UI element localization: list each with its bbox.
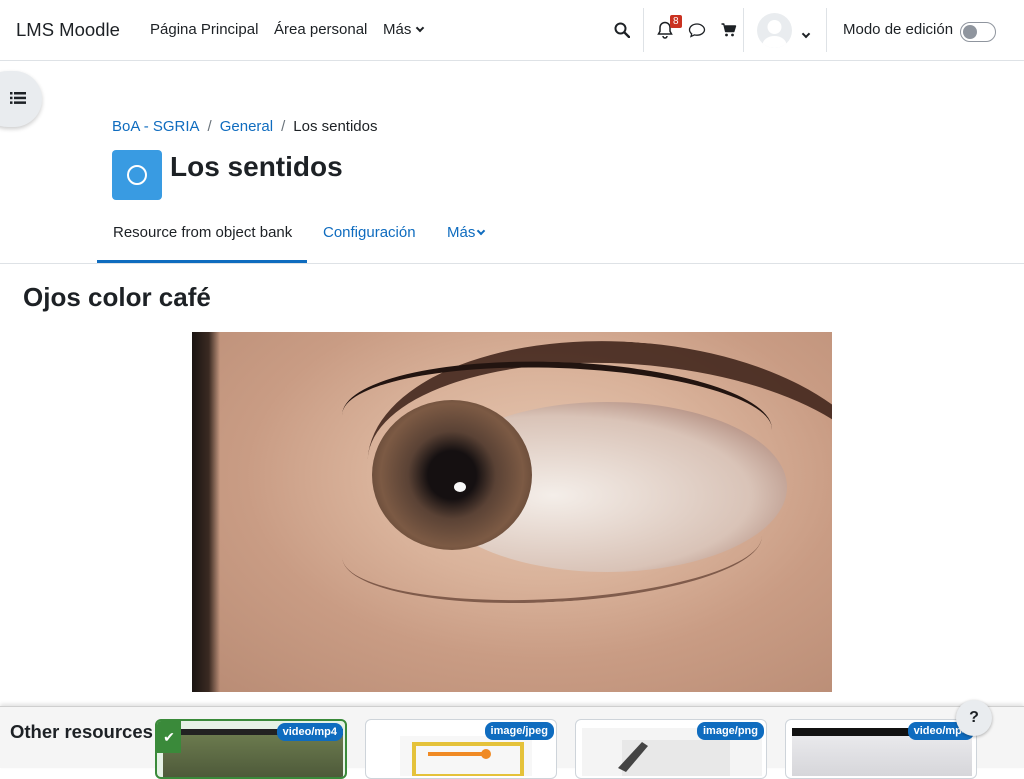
tab-resource[interactable]: Resource from object bank	[113, 224, 292, 241]
tab-more-label: Más	[447, 224, 476, 241]
search-icon[interactable]	[612, 20, 632, 40]
chevron-down-icon[interactable]	[800, 24, 811, 42]
help-button[interactable]: ?	[956, 700, 992, 736]
resource-card[interactable]: ✔ video/mp4	[155, 719, 347, 779]
edit-mode-label: Modo de edición	[843, 21, 954, 38]
chevron-down-icon	[477, 226, 486, 235]
notification-count-badge: 8	[670, 15, 682, 28]
page-title: Los sentidos	[170, 151, 343, 182]
breadcrumb-separator: /	[207, 118, 212, 135]
other-resources-panel: Other resources ✔ video/mp4 image/jpeg i…	[0, 706, 1024, 779]
toggle-knob	[963, 25, 977, 39]
other-resources-title: Other resources	[10, 721, 153, 742]
top-navbar: LMS Moodle Página Principal Área persona…	[0, 0, 1024, 61]
edit-mode-toggle[interactable]	[960, 22, 996, 42]
nav-link-dashboard[interactable]: Área personal	[274, 21, 367, 38]
nav-more-label: Más	[383, 21, 412, 38]
nav-more-menu[interactable]: Más	[383, 21, 425, 38]
mime-badge: video/mp4	[276, 723, 343, 741]
secondary-navigation: Resource from object bank Configuración …	[0, 213, 1024, 264]
breadcrumb-separator: /	[281, 118, 286, 135]
breadcrumb-link[interactable]: General	[220, 118, 273, 135]
resource-card[interactable]: image/png	[575, 719, 767, 779]
mime-badge: image/png	[696, 722, 764, 740]
navbar-divider	[643, 8, 644, 52]
tab-settings[interactable]: Configuración	[323, 224, 416, 241]
avatar[interactable]	[757, 13, 792, 48]
activity-icon	[112, 150, 162, 200]
video-frame-edge	[192, 332, 220, 692]
cart-icon[interactable]	[719, 20, 739, 40]
eye-glint	[454, 482, 466, 492]
tab-more[interactable]: Más	[447, 224, 486, 241]
breadcrumb: BoA - SGRIA / General / Los sentidos	[112, 118, 378, 135]
circle-icon	[127, 165, 147, 185]
mime-badge: image/jpeg	[484, 722, 554, 740]
nav-link-home[interactable]: Página Principal	[150, 21, 258, 38]
resource-card[interactable]: video/mp4	[785, 719, 977, 779]
course-index-toggle[interactable]	[0, 71, 42, 127]
resource-card[interactable]: image/jpeg	[365, 719, 557, 779]
breadcrumb-link[interactable]: BoA - SGRIA	[112, 118, 200, 135]
active-tab-indicator	[97, 260, 307, 263]
resource-title: Ojos color café	[23, 282, 211, 312]
chat-icon[interactable]	[687, 20, 707, 40]
navbar-divider	[826, 8, 827, 52]
breadcrumb-current: Los sentidos	[293, 118, 378, 135]
navbar-divider	[743, 8, 744, 52]
site-brand[interactable]: LMS Moodle	[16, 19, 120, 41]
check-icon: ✔	[157, 721, 181, 753]
list-icon	[10, 92, 26, 104]
chevron-down-icon	[416, 23, 425, 32]
video-player[interactable]	[192, 332, 832, 692]
